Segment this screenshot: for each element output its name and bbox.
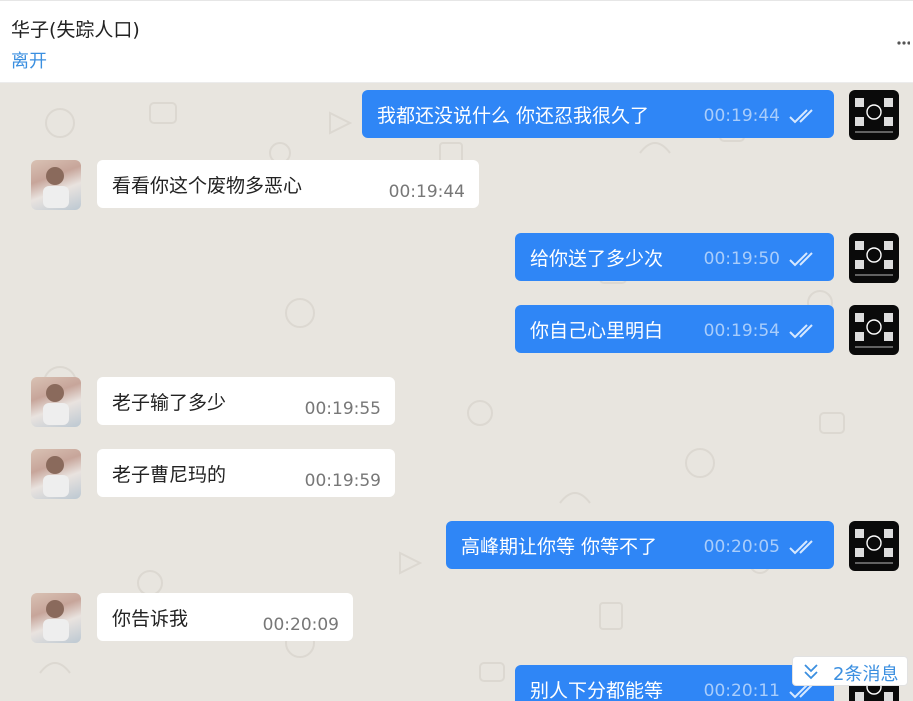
message-time: 00:19:50: [703, 249, 780, 269]
message-text: 我都还没说什么 你还忍我很久了: [377, 105, 650, 127]
outgoing-message: 你自己心里明白 00:19:54: [0, 305, 913, 361]
message-text: 老子曹尼玛的: [112, 464, 227, 486]
my-avatar[interactable]: [849, 233, 899, 283]
message-time: 00:19:44: [703, 106, 780, 126]
incoming-message: 老子输了多少 00:19:55: [0, 377, 913, 433]
message-bubble[interactable]: 你告诉我 00:20:09: [97, 593, 353, 641]
message-bubble[interactable]: 我都还没说什么 你还忍我很久了 00:19:44: [362, 90, 834, 138]
message-time: 00:20:09: [262, 615, 339, 635]
read-receipt-icon: [788, 538, 820, 556]
message-text: 给你送了多少次: [530, 248, 664, 270]
message-time: 00:20:05: [703, 537, 780, 557]
message-text: 看看你这个废物多恶心: [112, 175, 303, 197]
message-bubble[interactable]: 你自己心里明白 00:19:54: [515, 305, 834, 353]
contact-avatar[interactable]: [31, 377, 81, 427]
message-time: 00:19:54: [703, 321, 780, 341]
my-avatar[interactable]: [849, 521, 899, 571]
contact-avatar[interactable]: [31, 593, 81, 643]
my-avatar[interactable]: [849, 90, 899, 140]
outgoing-message: 我都还没说什么 你还忍我很久了 00:19:44: [0, 90, 913, 146]
message-bubble[interactable]: 高峰期让你等 你等不了 00:20:05: [446, 521, 834, 569]
contact-status: 离开: [11, 51, 47, 72]
message-text: 高峰期让你等 你等不了: [461, 536, 658, 558]
read-receipt-icon: [788, 322, 820, 340]
message-bubble[interactable]: 给你送了多少次 00:19:50: [515, 233, 834, 281]
message-bubble[interactable]: 看看你这个废物多恶心 00:19:44: [97, 160, 479, 208]
message-text: 别人下分都能等: [530, 680, 664, 701]
incoming-message: 老子曹尼玛的 00:19:59: [0, 449, 913, 505]
message-text: 你告诉我: [112, 608, 189, 630]
message-text: 老子输了多少: [112, 392, 227, 414]
chat-header: 华子(失踪人口) 离开: [0, 0, 913, 83]
message-time: 00:19:55: [304, 399, 381, 419]
message-bubble[interactable]: 老子输了多少 00:19:55: [97, 377, 395, 425]
message-time: 00:19:59: [304, 471, 381, 491]
new-messages-button[interactable]: 2条消息: [792, 656, 908, 686]
more-options-icon[interactable]: [896, 36, 911, 50]
message-time: 00:19:44: [388, 182, 465, 202]
message-list[interactable]: 我都还没说什么 你还忍我很久了 00:19:44 看看你这个废物多恶心 00:19:4…: [0, 83, 913, 701]
my-avatar[interactable]: [849, 305, 899, 355]
incoming-message: 看看你这个废物多恶心 00:19:44: [0, 160, 913, 216]
message-bubble[interactable]: 老子曹尼玛的 00:19:59: [97, 449, 395, 497]
contact-avatar[interactable]: [31, 160, 81, 210]
message-time: 00:20:11: [703, 681, 780, 701]
new-messages-label: 2条消息: [833, 664, 899, 685]
read-receipt-icon: [788, 107, 820, 125]
message-bubble[interactable]: 别人下分都能等 00:20:11: [515, 665, 834, 701]
double-chevron-down-icon: [804, 664, 818, 680]
contact-name[interactable]: 华子(失踪人口): [11, 15, 140, 42]
incoming-message: 你告诉我 00:20:09: [0, 593, 913, 649]
message-text: 你自己心里明白: [530, 320, 664, 342]
outgoing-message: 高峰期让你等 你等不了 00:20:05: [0, 521, 913, 577]
read-receipt-icon: [788, 250, 820, 268]
contact-avatar[interactable]: [31, 449, 81, 499]
outgoing-message: 别人下分都能等 00:20:11: [0, 665, 913, 701]
outgoing-message: 给你送了多少次 00:19:50: [0, 233, 913, 289]
